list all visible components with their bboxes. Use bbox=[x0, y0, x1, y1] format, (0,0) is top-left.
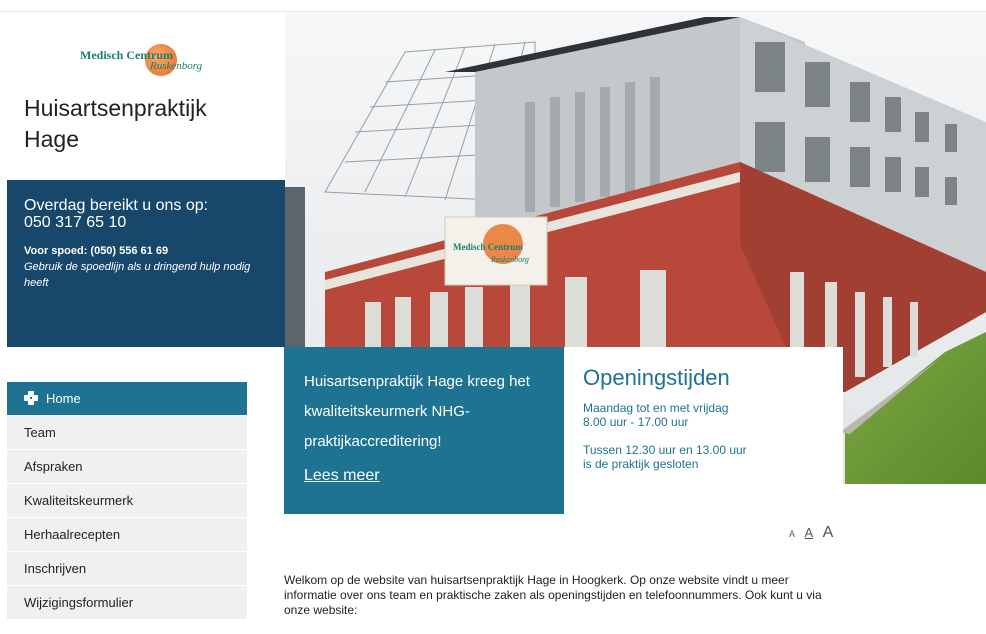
site-title: Huisartsenpraktijk Hage bbox=[24, 95, 207, 152]
font-size-medium-button[interactable]: A bbox=[804, 525, 813, 540]
facade-sign-line2: Ruskenborg bbox=[490, 255, 529, 264]
nav-label-kwaliteitskeurmerk: Kwaliteitskeurmerk bbox=[24, 493, 134, 508]
font-size-small-button[interactable]: A bbox=[789, 529, 795, 539]
opening-hours-title: Openingstijden bbox=[583, 365, 730, 390]
nav-item-inschrijven[interactable]: Inschrijven bbox=[7, 552, 247, 586]
nav-item-home[interactable]: Home bbox=[7, 382, 247, 416]
opening-hours-box: Openingstijden Maandag tot en met vrijda… bbox=[564, 347, 843, 484]
hours-line-1: Maandag tot en met vrijdag bbox=[583, 401, 729, 415]
facade-sign-line1: Medisch Centrum bbox=[453, 242, 523, 252]
news-text: Huisartsenpraktijk Hage kreeg het kwalit… bbox=[304, 373, 530, 450]
contact-phone[interactable]: 050 317 65 10 bbox=[24, 214, 269, 231]
nav-item-herhaalrecepten[interactable]: Herhaalrecepten bbox=[7, 518, 247, 552]
hours-line-3: Tussen 12.30 uur en 13.00 uur bbox=[583, 443, 747, 457]
font-size-controls: A A A bbox=[789, 524, 838, 542]
logo[interactable]: Medisch Centrum Ruskenborg bbox=[80, 42, 215, 78]
nav-item-kwaliteitskeurmerk[interactable]: Kwaliteitskeurmerk bbox=[7, 484, 247, 518]
read-more-link[interactable]: Lees meer bbox=[304, 467, 380, 485]
hours-line-4: is de praktijk gesloten bbox=[583, 457, 699, 471]
nav-label-home: Home bbox=[46, 391, 81, 406]
contact-intro: Overdag bereikt u ons op: bbox=[24, 197, 209, 214]
nav-label-afspraken: Afspraken bbox=[24, 459, 83, 474]
top-border bbox=[0, 0, 986, 12]
urgent-phone[interactable]: Voor spoed: (050) 556 61 69 bbox=[24, 244, 269, 259]
home-icon bbox=[24, 391, 38, 405]
urgent-note: Gebruik de spoedlijn als u dringend hulp… bbox=[24, 261, 251, 289]
hours-line-2: 8.00 uur - 17.00 uur bbox=[583, 415, 689, 429]
nav-item-afspraken[interactable]: Afspraken bbox=[7, 450, 247, 484]
nav-label-team: Team bbox=[24, 425, 56, 440]
nav-label-herhaalrecepten: Herhaalrecepten bbox=[24, 527, 121, 542]
nav-label-inschrijven: Inschrijven bbox=[24, 561, 87, 576]
logo-line2: Ruskenborg bbox=[150, 60, 203, 72]
welcome-text: Welkom op de website van huisartsenprakt… bbox=[284, 573, 822, 617]
contact-box: Overdag bereikt u ons op: 050 317 65 10 … bbox=[7, 180, 285, 347]
nav-item-wijzigingsformulier[interactable]: Wijzigingsformulier bbox=[7, 586, 247, 620]
nav-label-wijzigingsformulier: Wijzigingsformulier bbox=[24, 595, 134, 610]
nav-item-team[interactable]: Team bbox=[7, 416, 247, 450]
font-size-large-button[interactable]: A bbox=[823, 524, 834, 541]
main-navigation: Home Team Afspraken Kwaliteitskeurmerk H… bbox=[7, 382, 247, 620]
news-box: Huisartsenpraktijk Hage kreeg het kwalit… bbox=[284, 347, 564, 514]
